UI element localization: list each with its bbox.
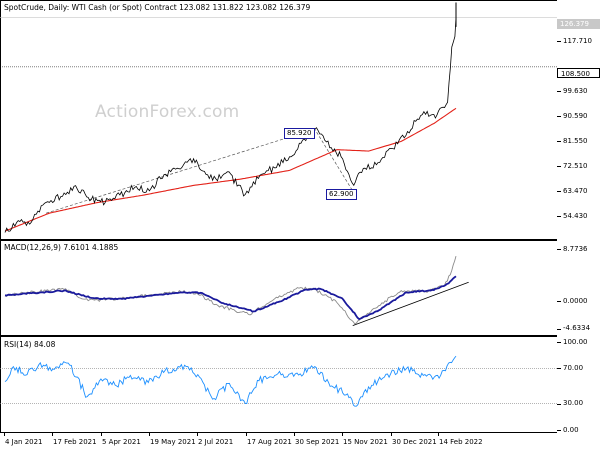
price-y-tick-label: 81.550	[563, 136, 588, 145]
price-y-tickmark	[557, 191, 561, 193]
x-tickmark	[101, 432, 102, 436]
annotation-low: 62.900	[326, 189, 357, 200]
macd-y-tickmark	[557, 249, 561, 251]
x-tickmark	[52, 432, 53, 436]
macd-trend-line	[352, 281, 469, 327]
macd-y-tick-label: -4.6334	[563, 324, 591, 333]
chart-plot-area	[0, 2, 557, 407]
x-tick-label: 19 May 2021	[150, 438, 196, 446]
x-tick-label: 30 Sep 2021	[295, 438, 340, 446]
x-tickmark	[294, 432, 295, 436]
x-tick-label: 15 Nov 2021	[343, 438, 388, 446]
macd-header: MACD(12,26,9) 7.6101 4.1885	[4, 243, 119, 252]
price-y-tickmark	[557, 41, 561, 43]
price-y-tick-label: 54.430	[563, 211, 588, 220]
macd-y-axis: 8.7736 0.0000 -4.6334	[557, 240, 600, 336]
x-tick-label: 17 Feb 2021	[53, 438, 97, 446]
rsi-y-axis: 100.00 70.00 30.00 0.00	[557, 336, 600, 434]
x-tick-label: 2 Jul 2021	[198, 438, 234, 446]
x-tickmark	[438, 432, 439, 436]
price-y-tick-label: 72.510	[563, 161, 588, 170]
rsi-y-tick-label: 30.00	[563, 399, 584, 408]
macd-line	[4, 255, 457, 325]
price-y-tickmark	[557, 141, 561, 143]
rsi-line	[4, 355, 457, 407]
chart-root: ActionForex.com SpotCrude, Daily: WTI Ca…	[0, 0, 600, 450]
x-tick-label: 4 Jan 2021	[5, 438, 43, 446]
price-y-axis: 117.710 99.630 90.590 81.550 72.510 63.470 54.…	[557, 0, 600, 240]
price-y-tick-label: 117.710	[563, 36, 592, 45]
rsi-y-tickmark	[557, 342, 561, 343]
rsi-y-tickmark	[557, 368, 561, 370]
macd-y-tickmark	[557, 328, 561, 330]
x-tick-label: 17 Aug 2021	[247, 438, 292, 446]
hline-price-label: 108.500	[557, 68, 600, 78]
price-y-tick-label: 63.470	[563, 186, 588, 195]
price-header: SpotCrude, Daily: WTI Cash (or Spot) Con…	[4, 3, 311, 12]
current-price-label: 126.379	[557, 19, 600, 29]
price-y-tickmark	[557, 91, 561, 93]
price-y-tickmark	[557, 216, 561, 218]
rsi-y-tick-label: 70.00	[563, 363, 584, 372]
rsi-y-tickmark	[557, 430, 561, 431]
macd-y-tick-label: 8.7736	[563, 244, 588, 253]
rsi-y-tickmark	[557, 403, 561, 405]
x-tickmark	[4, 432, 5, 436]
price-line	[4, 17, 457, 233]
moving-average-line	[4, 107, 457, 232]
x-tickmark	[342, 432, 343, 436]
x-tick-label: 5 Apr 2021	[102, 438, 141, 446]
price-y-tick-label: 90.590	[563, 111, 588, 120]
x-tickmark	[149, 432, 150, 436]
x-axis: 4 Jan 2021 17 Feb 2021 5 Apr 2021 19 May 20…	[0, 432, 600, 450]
price-y-tickmark	[557, 116, 561, 118]
x-tickmark	[246, 432, 247, 436]
rsi-y-tick-label: 100.00	[563, 337, 588, 346]
zigzag-line	[45, 128, 355, 214]
rsi-header: RSI(14) 84.08	[4, 340, 56, 349]
x-tick-label: 30 Dec 2021	[392, 438, 437, 446]
macd-y-tick-label: 0.0000	[563, 296, 588, 305]
x-tickmark	[197, 432, 198, 436]
macd-y-tickmark	[557, 301, 561, 303]
price-y-tick-label: 99.630	[563, 86, 588, 95]
price-y-tickmark	[557, 166, 561, 168]
annotation-high: 85.920	[284, 128, 315, 139]
x-tickmark	[391, 432, 392, 436]
x-tick-label: 14 Feb 2022	[439, 438, 483, 446]
